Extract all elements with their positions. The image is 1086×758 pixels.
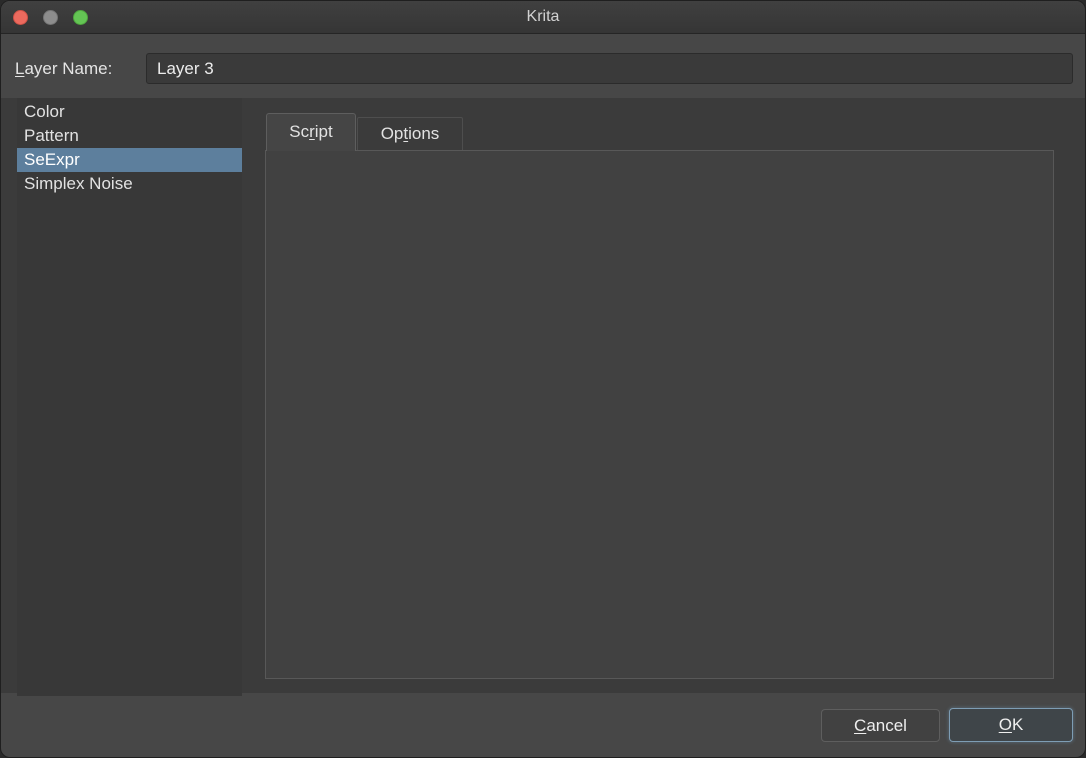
list-item-seexpr[interactable]: SeExpr	[17, 148, 242, 172]
close-button[interactable]	[13, 10, 28, 25]
ok-button-label: OK	[999, 715, 1024, 735]
zoom-button[interactable]	[73, 10, 88, 25]
generator-type-list: Color Pattern SeExpr Simplex Noise	[17, 98, 242, 696]
tab-options[interactable]: Options	[357, 117, 463, 151]
list-item-color[interactable]: Color	[17, 100, 242, 124]
krita-dialog-window: Krita Layer Name: Color Pattern SeExpr S…	[0, 0, 1086, 758]
layer-name-input[interactable]	[146, 53, 1073, 84]
minimize-button[interactable]	[43, 10, 58, 25]
script-tab-pane	[265, 150, 1054, 679]
layer-name-label: Layer Name:	[15, 59, 112, 79]
titlebar[interactable]: Krita	[1, 1, 1085, 34]
list-item-simplex-noise[interactable]: Simplex Noise	[17, 172, 242, 196]
window-title: Krita	[1, 1, 1085, 33]
cancel-button[interactable]: Cancel	[821, 709, 940, 742]
list-item-pattern[interactable]: Pattern	[17, 124, 242, 148]
cancel-button-label: Cancel	[854, 716, 907, 736]
tab-script[interactable]: Script	[266, 113, 356, 151]
ok-button[interactable]: OK	[949, 708, 1073, 742]
